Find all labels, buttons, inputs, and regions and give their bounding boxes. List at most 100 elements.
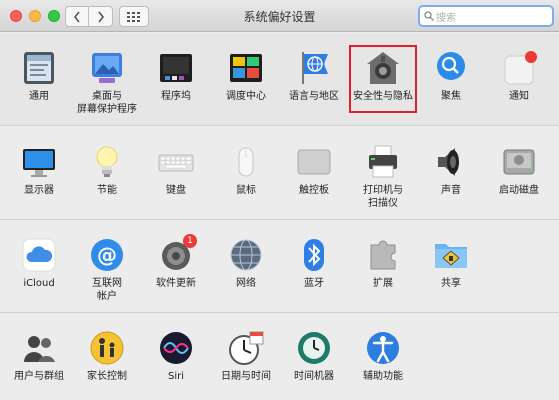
pane-siri-label: Siri	[167, 371, 184, 382]
house-lock-icon	[365, 50, 401, 86]
pane-parental-controls[interactable]: 家长控制	[72, 320, 142, 398]
pane-bluetooth[interactable]: 蓝牙	[279, 227, 349, 305]
speaker-icon	[433, 144, 469, 180]
pane-extensions-label: 扩展	[373, 278, 393, 289]
pane-notifications-label: 通知	[509, 91, 529, 102]
pane-network-label: 网络	[236, 278, 256, 289]
pane-energy-saver[interactable]: 节能	[72, 134, 142, 212]
display-icon	[21, 144, 57, 180]
globe-flag-icon	[296, 50, 332, 86]
pane-extensions[interactable]: 扩展	[348, 227, 418, 305]
users-icon	[21, 330, 57, 366]
puzzle-icon	[365, 237, 401, 273]
zoom-window-button[interactable]	[48, 10, 60, 22]
pane-parental-controls-label: 家长控制	[87, 371, 127, 382]
pane-mission-control-label: 调度中心	[226, 91, 266, 102]
pane-network[interactable]: 网络	[211, 227, 281, 305]
gear-icon: 1	[158, 234, 197, 273]
parental-icon	[89, 330, 125, 366]
pane-security-privacy-label: 安全性与隐私	[353, 91, 413, 102]
search-field[interactable]: 搜索	[418, 5, 554, 27]
pane-displays[interactable]: 显示器	[4, 134, 74, 212]
pane-users-groups[interactable]: 用户与群组	[4, 320, 74, 398]
svg-text:@: @	[97, 243, 117, 267]
pane-general-label: 通用	[29, 91, 49, 102]
pane-desktop[interactable]: 桌面与 屏幕保护程序	[72, 40, 142, 118]
pane-sound-label: 声音	[441, 185, 461, 196]
pane-icloud[interactable]: iCloud	[4, 227, 74, 305]
pane-software-update-label: 软件更新	[156, 278, 196, 289]
printer-icon	[365, 144, 401, 180]
pane-dock[interactable]: 程序坞	[141, 40, 211, 118]
close-window-button[interactable]	[10, 10, 22, 22]
pane-general[interactable]: 通用	[4, 40, 74, 118]
pane-mouse[interactable]: 鼠标	[211, 134, 281, 212]
bluetooth-icon	[296, 237, 332, 273]
pane-software-update[interactable]: 1 软件更新	[141, 227, 211, 305]
dock-icon	[158, 50, 194, 86]
pane-dock-label: 程序坞	[161, 91, 191, 102]
chevron-right-icon	[97, 11, 104, 22]
pane-icloud-label: iCloud	[23, 278, 55, 289]
cloud-icon	[21, 237, 57, 273]
pane-sound[interactable]: 声音	[416, 134, 486, 212]
trackpad-icon	[296, 144, 332, 180]
search-icon	[424, 11, 434, 21]
accessibility-icon	[365, 330, 401, 366]
pane-mouse-label: 鼠标	[236, 185, 256, 196]
pane-keyboard[interactable]: 键盘	[141, 134, 211, 212]
pane-notifications[interactable]: 通知	[484, 40, 554, 118]
pane-spotlight-label: 聚焦	[441, 91, 461, 102]
pane-security-privacy[interactable]: 安全性与隐私	[348, 40, 418, 118]
pane-accessibility-label: 辅助功能	[363, 371, 403, 382]
pane-startup-disk-label: 启动磁盘	[499, 185, 539, 196]
pane-users-groups-label: 用户与群组	[14, 371, 64, 382]
pane-desktop-label: 桌面与 屏幕保护程序	[77, 91, 137, 115]
pane-internet-accounts-label: 互联网 帐户	[92, 278, 122, 302]
keyboard-icon	[158, 144, 194, 180]
mouse-icon	[228, 144, 264, 180]
pane-accessibility[interactable]: 辅助功能	[348, 320, 418, 398]
pane-energy-saver-label: 节能	[97, 185, 117, 196]
pane-keyboard-label: 键盘	[166, 185, 186, 196]
forward-button[interactable]	[89, 6, 113, 27]
pane-time-machine[interactable]: 时间机器	[279, 320, 349, 398]
pane-displays-label: 显示器	[24, 185, 54, 196]
pane-mission-control[interactable]: 调度中心	[211, 40, 281, 118]
title-bar: 系统偏好设置 搜索	[0, 0, 559, 32]
pane-startup-disk[interactable]: 启动磁盘	[484, 134, 554, 212]
pane-language-region[interactable]: 语言与地区	[279, 40, 349, 118]
pane-siri[interactable]: Siri	[141, 320, 211, 398]
pane-language-region-label: 语言与地区	[289, 91, 339, 102]
pane-printers-scanners[interactable]: 打印机与 扫描仪	[348, 134, 418, 212]
time-machine-icon	[296, 330, 332, 366]
pane-internet-accounts[interactable]: @ 互联网 帐户	[72, 227, 142, 305]
back-button[interactable]	[65, 6, 89, 27]
desktop-icon	[89, 50, 125, 86]
pane-trackpad-label: 触控板	[299, 185, 329, 196]
notifications-icon	[501, 50, 537, 86]
pane-date-time[interactable]: 日期与时间	[211, 320, 281, 398]
mission-control-icon	[228, 50, 264, 86]
pane-sharing-label: 共享	[441, 278, 461, 289]
pane-spotlight[interactable]: 聚焦	[416, 40, 486, 118]
pane-date-time-label: 日期与时间	[221, 371, 271, 382]
pane-sharing[interactable]: 共享	[416, 227, 486, 305]
magnifier-icon	[433, 50, 469, 86]
siri-icon	[158, 330, 194, 366]
grid-icon	[127, 11, 140, 22]
search-placeholder: 搜索	[436, 12, 456, 24]
pane-trackpad[interactable]: 触控板	[279, 134, 349, 212]
at-sign-icon: @	[89, 237, 125, 273]
disk-icon	[501, 144, 537, 180]
sharing-folder-icon	[433, 237, 469, 273]
minimize-window-button[interactable]	[29, 10, 41, 22]
window-title: 系统偏好设置	[243, 10, 316, 24]
network-globe-icon	[228, 237, 264, 273]
pane-time-machine-label: 时间机器	[294, 371, 334, 382]
chevron-left-icon	[73, 11, 80, 22]
show-all-button[interactable]	[119, 6, 149, 27]
pane-printers-scanners-label: 打印机与 扫描仪	[363, 185, 403, 209]
update-badge: 1	[183, 234, 197, 248]
general-icon	[21, 50, 57, 86]
